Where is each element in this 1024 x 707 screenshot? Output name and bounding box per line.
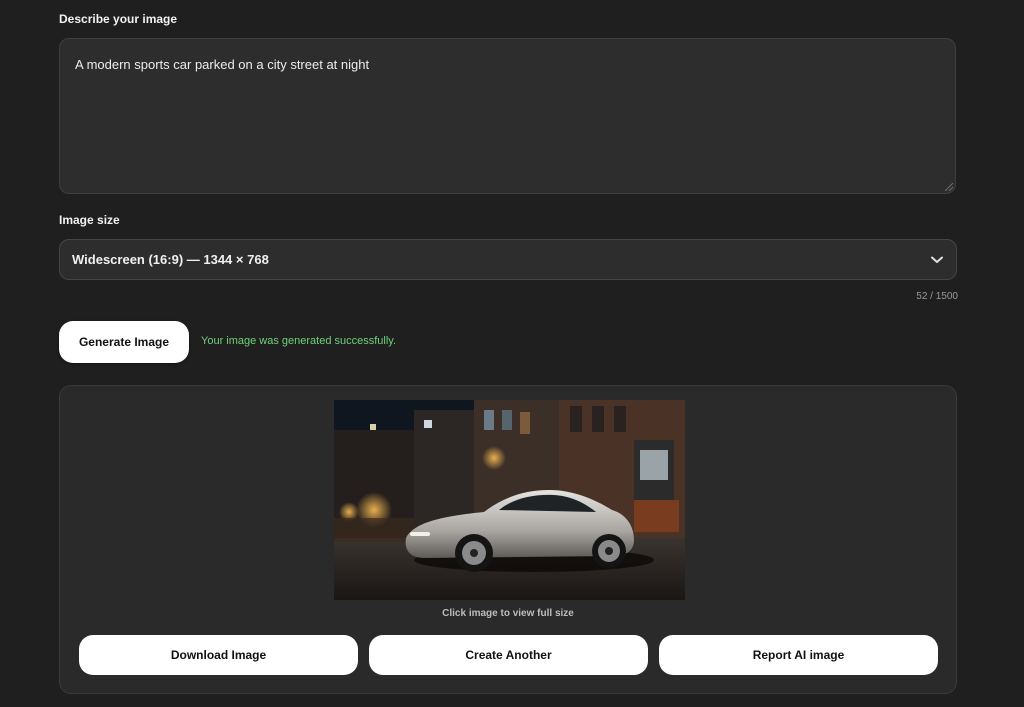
- status-message: Your image was generated successfully.: [201, 335, 397, 347]
- prompt-textarea[interactable]: A modern sports car parked on a city str…: [59, 38, 956, 194]
- image-size-select[interactable]: Widescreen (16:9) — 1344 × 768: [59, 239, 957, 280]
- image-caption: Click image to view full size: [442, 608, 574, 619]
- generated-image[interactable]: [334, 400, 685, 600]
- image-size-label: Image size: [59, 213, 120, 227]
- download-image-button[interactable]: Download Image: [79, 635, 358, 675]
- generate-image-button[interactable]: Generate Image: [59, 321, 189, 363]
- report-ai-image-button[interactable]: Report AI image: [659, 635, 938, 675]
- resize-handle[interactable]: [945, 183, 953, 191]
- prompt-text: A modern sports car parked on a city str…: [75, 57, 370, 72]
- chevron-down-icon: [930, 253, 944, 267]
- result-card: Click image to view full size Download I…: [59, 385, 957, 694]
- image-size-value: Widescreen (16:9) — 1344 × 768: [72, 252, 269, 267]
- create-another-button[interactable]: Create Another: [369, 635, 648, 675]
- character-counter: 52 / 1500: [916, 291, 958, 302]
- prompt-label: Describe your image: [59, 12, 178, 26]
